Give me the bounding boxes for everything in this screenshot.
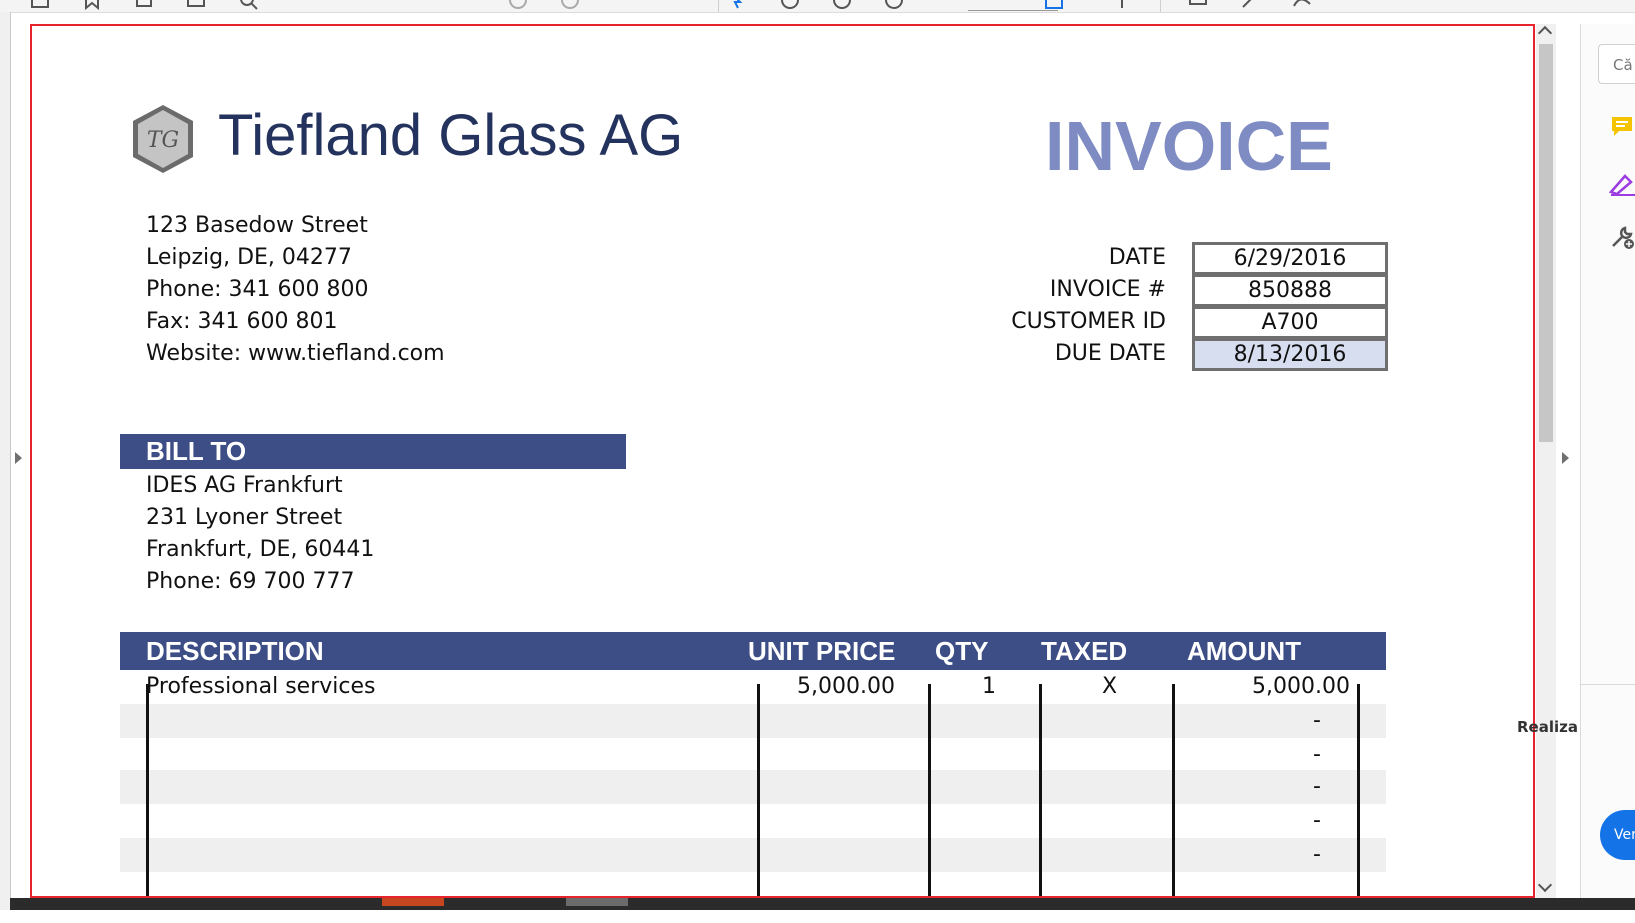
cell-amount: 5,000.00 [1252, 674, 1350, 699]
bill-to-header: BILL TO [120, 434, 626, 469]
table-column-border [1039, 684, 1042, 896]
toolbar-separator [1160, 0, 1161, 12]
panel-divider [1581, 684, 1635, 685]
taskbar-item[interactable] [566, 898, 628, 906]
cell-qty: 1 [982, 674, 996, 699]
left-panel-strip [0, 12, 11, 910]
table-column-border [1357, 684, 1360, 896]
meta-value-customer-id: A700 [1192, 306, 1388, 339]
bill-to-line: Phone: 69 700 777 [146, 569, 355, 594]
tool-search-input[interactable]: Că [1598, 44, 1635, 84]
search-icon[interactable] [238, 0, 258, 10]
sign-icon[interactable] [1292, 0, 1312, 10]
bill-to-line: Frankfurt, DE, 60441 [146, 537, 375, 562]
table-row: - [120, 838, 1386, 872]
address-line: Phone: 341 600 800 [146, 277, 369, 302]
select-tool-icon[interactable] [726, 0, 746, 10]
comment-tool-icon[interactable] [1609, 114, 1635, 140]
meta-label-invoice-number: INVOICE # [1049, 277, 1166, 302]
company-logo-icon: TG [133, 105, 193, 173]
meta-label-date: DATE [1108, 245, 1166, 270]
invoice-title: INVOICE [1045, 107, 1333, 185]
address-line: Website: www.tiefland.com [146, 341, 445, 366]
expand-left-panel-icon[interactable] [15, 452, 22, 464]
col-header-description: DESCRIPTION [146, 636, 324, 666]
scroll-up-icon[interactable] [1537, 25, 1553, 41]
table-row: Professional services 5,000.00 1 X 5,000… [120, 670, 1386, 704]
bottom-margin [0, 910, 1635, 923]
bookmark-icon[interactable] [82, 0, 102, 10]
table-row: - [120, 704, 1386, 738]
sidebar-icon[interactable] [30, 0, 50, 10]
col-header-unit-price: UNIT PRICE [748, 636, 896, 666]
scrollbar-thumb[interactable] [1539, 44, 1553, 442]
taskbar-item-active[interactable] [382, 898, 444, 906]
address-line: 123 Basedow Street [146, 213, 368, 238]
col-header-amount: AMOUNT [1187, 636, 1302, 666]
page-content: TG Tiefland Glass AG INVOICE 123 Basedow… [32, 26, 1533, 896]
zoom-reset-icon[interactable] [884, 0, 904, 10]
cell-unit-price-text: 5,000.00 [797, 674, 895, 699]
address-line: Fax: 341 600 801 [146, 309, 338, 334]
upgrade-button[interactable]: Vers [1600, 810, 1635, 860]
expand-right-panel-icon[interactable] [1562, 452, 1569, 464]
right-tools-panel: Că Realiza Vers [1517, 24, 1635, 904]
fill-sign-tool-icon[interactable] [1609, 170, 1635, 196]
print-icon[interactable] [134, 0, 154, 10]
document-view[interactable]: TG Tiefland Glass AG INVOICE 123 Basedow… [30, 24, 1535, 898]
svg-text:TG: TG [147, 128, 179, 153]
comment-icon[interactable] [1188, 0, 1208, 10]
meta-value-due-date: 8/13/2016 [1192, 338, 1388, 371]
table-row: - [120, 804, 1386, 838]
address-line: Leipzig, DE, 04277 [146, 245, 352, 270]
meta-value-date: 6/29/2016 [1192, 242, 1388, 275]
scroll-down-icon[interactable] [1537, 877, 1553, 893]
table-column-border [146, 684, 149, 896]
vertical-scrollbar[interactable] [1536, 24, 1556, 898]
meta-label-customer-id: CUSTOMER ID [1011, 309, 1166, 334]
col-header-taxed: TAXED [1041, 636, 1128, 666]
zoom-out-icon[interactable] [780, 0, 800, 10]
cell-amount: - [1313, 842, 1321, 867]
zoom-in-icon[interactable] [832, 0, 852, 10]
bill-to-line: 231 Lyoner Street [146, 505, 343, 530]
table-column-border [928, 684, 931, 896]
prev-page-icon[interactable] [508, 0, 528, 10]
cell-amount: - [1313, 742, 1321, 767]
cell-amount: - [1313, 808, 1321, 833]
col-header-qty: QTY [935, 636, 989, 666]
table-column-border [757, 684, 760, 896]
more-tools-icon[interactable] [1609, 224, 1635, 250]
cell-taxed: X [1102, 674, 1118, 699]
bill-to-line: IDES AG Frankfurt [146, 473, 343, 498]
company-name: Tiefland Glass AG [218, 103, 684, 168]
next-page-icon[interactable] [560, 0, 580, 10]
highlight-icon[interactable] [1240, 0, 1260, 10]
table-column-border [1172, 684, 1175, 896]
meta-label-due-date: DUE DATE [1054, 341, 1166, 366]
tools-label: Realiza [1517, 718, 1578, 736]
table-row: - [120, 738, 1386, 772]
fit-page-icon[interactable] [1044, 0, 1064, 10]
mail-icon[interactable] [186, 0, 206, 10]
cell-amount: - [1313, 708, 1321, 733]
toolbar-separator [718, 0, 719, 12]
meta-value-invoice-number: 850888 [1192, 274, 1388, 307]
top-toolbar [0, 0, 1635, 13]
table-header: DESCRIPTION UNIT PRICE QTY TAXED AMOUNT [120, 632, 1386, 670]
cell-description: Professional services [146, 674, 376, 699]
bottom-status-bar [10, 898, 1635, 910]
cell-amount: - [1313, 774, 1321, 799]
table-row: - [120, 770, 1386, 804]
scroll-icon[interactable] [1112, 0, 1132, 10]
bill-to-heading: BILL TO [146, 436, 247, 466]
